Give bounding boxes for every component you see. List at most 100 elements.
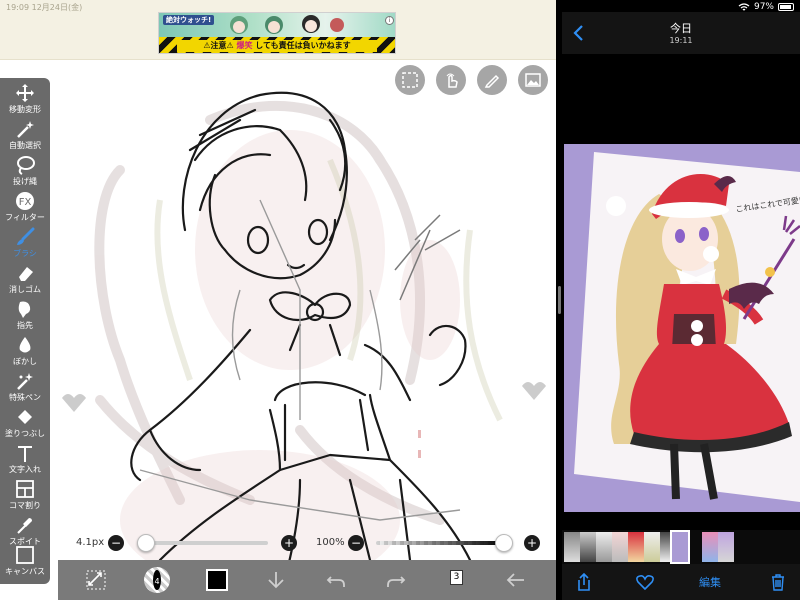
tool-label: 移動変形: [9, 105, 41, 114]
opacity-label: 100%: [316, 537, 345, 548]
eraser-icon: [14, 262, 36, 284]
opacity-slider-fill: [376, 541, 504, 545]
layer-count: 3: [450, 570, 463, 585]
undo-icon[interactable]: [324, 568, 348, 592]
brush-tip-icon: 4: [153, 570, 161, 590]
ad-warning-highlight: 爆笑: [236, 41, 253, 50]
status-bar-right: 97%: [738, 2, 794, 12]
thumbnail[interactable]: [596, 532, 612, 562]
frame-icon: [14, 478, 36, 500]
tool-palette: 移動変形 自動選択 投げ縄 FX フィルター ブラシ 消しゴム 指先 ぼかし 特…: [0, 78, 50, 584]
size-slider-track[interactable]: [138, 541, 268, 545]
thumbnail-strip[interactable]: [562, 530, 800, 564]
image-icon[interactable]: [518, 65, 548, 95]
tool-eraser[interactable]: 消しゴム: [0, 262, 50, 302]
fx-icon: FX: [14, 190, 36, 212]
transform-icon[interactable]: [84, 568, 108, 592]
ad-area: 19:09 12月24日(金) 絶対ウォッチ! i ⚠注意⚠ 爆笑 しても責任は…: [0, 0, 556, 60]
bottom-toolbar: 4 3: [58, 560, 556, 600]
brush-size-label: 4.1px: [76, 537, 105, 548]
tool-text[interactable]: 文字入れ: [0, 442, 50, 482]
opacity-minus-button[interactable]: −: [348, 535, 364, 551]
trash-icon[interactable]: [768, 572, 788, 592]
opacity-slider-knob[interactable]: [495, 534, 513, 552]
tool-label: 文字入れ: [9, 465, 41, 474]
opacity-plus-button[interactable]: +: [524, 535, 540, 551]
heart-icon[interactable]: [634, 572, 656, 592]
ad-warning-strip: ⚠注意⚠ 爆笑 しても責任は負いかねます: [159, 37, 395, 53]
layers-button[interactable]: 3: [448, 570, 464, 588]
eyedropper-icon: [14, 514, 36, 536]
canvas-icon: [14, 544, 36, 566]
svg-text:FX: FX: [19, 197, 32, 208]
header-subtitle: 19:11: [669, 36, 693, 45]
tool-special-pen[interactable]: 特殊ペン: [0, 370, 50, 410]
tool-canvas[interactable]: キャンバス: [0, 544, 50, 584]
selection-icon[interactable]: [395, 65, 425, 95]
thumbnail[interactable]: [628, 532, 644, 562]
info-icon[interactable]: i: [385, 16, 394, 25]
move-icon: [14, 82, 36, 104]
tool-blur[interactable]: ぼかし: [0, 334, 50, 374]
blur-icon: [14, 334, 36, 356]
drawing-app: 19:09 12月24日(金) 絶対ウォッチ! i ⚠注意⚠ 爆笑 しても責任は…: [0, 0, 556, 600]
tool-label: コマ割り: [9, 501, 41, 510]
thumbnail[interactable]: [612, 532, 628, 562]
size-minus-button[interactable]: −: [108, 535, 124, 551]
thumbnail[interactable]: [718, 532, 734, 562]
text-icon: [14, 442, 36, 464]
canvas-artwork: [62, 91, 546, 600]
tool-label: 指先: [17, 321, 33, 330]
tool-auto-select[interactable]: 自動選択: [0, 118, 50, 158]
tool-label: 塗りつぶし: [4, 429, 46, 438]
drawing-canvas[interactable]: [0, 60, 556, 600]
redo-icon[interactable]: [384, 568, 408, 592]
color-swatch[interactable]: [206, 569, 228, 591]
battery-percent: 97%: [753, 2, 774, 12]
back-arrow-icon[interactable]: [504, 568, 528, 592]
photo-image: これはこれで可愛い: [564, 144, 800, 512]
size-slider-knob[interactable]: [136, 534, 155, 552]
ad-logo: 絶対ウォッチ!: [163, 15, 215, 25]
brush-preset-button[interactable]: 4: [144, 567, 170, 593]
fill-icon: [14, 406, 36, 428]
special-pen-icon: [14, 370, 36, 392]
tool-finger[interactable]: 指先: [0, 298, 50, 338]
battery-icon: [778, 3, 794, 11]
thumbnail[interactable]: [702, 532, 718, 562]
brush-icon: [14, 226, 36, 248]
thumbnail[interactable]: [644, 532, 660, 562]
pen-lock-icon[interactable]: [477, 65, 507, 95]
lasso-icon: [14, 154, 36, 176]
edit-button[interactable]: 編集: [690, 572, 730, 592]
tool-lasso[interactable]: 投げ縄: [0, 154, 50, 194]
split-divider-handle[interactable]: [558, 286, 561, 314]
tool-filter[interactable]: FX フィルター: [0, 190, 50, 230]
tool-label: ブラシ: [13, 249, 37, 258]
thumbnail[interactable]: [564, 532, 580, 562]
thumbnail[interactable]: [580, 532, 596, 562]
photos-app: 97% 今日 19:11 これはこれで可愛い 編集: [562, 0, 800, 600]
photo-viewer[interactable]: これはこれで可愛い: [562, 54, 800, 530]
tool-brush[interactable]: ブラシ: [0, 226, 50, 266]
ad-characters: [230, 15, 344, 34]
ad-warning-text: ⚠注意⚠ 爆笑 しても責任は負いかねます: [177, 40, 377, 52]
tool-fill[interactable]: 塗りつぶし: [0, 406, 50, 446]
wifi-icon: [738, 2, 750, 10]
ad-warning-prefix: ⚠注意⚠: [203, 41, 234, 50]
tool-label: 投げ縄: [13, 177, 37, 186]
tool-move[interactable]: 移動変形: [0, 82, 50, 122]
ad-banner[interactable]: 絶対ウォッチ! i ⚠注意⚠ 爆笑 しても責任は負いかねます: [158, 12, 396, 54]
tool-label: 自動選択: [9, 141, 41, 150]
magic-wand-icon: [14, 118, 36, 140]
tool-frame[interactable]: コマ割り: [0, 478, 50, 518]
photo-header: 今日 19:11: [562, 12, 800, 54]
download-arrow-icon[interactable]: [264, 568, 288, 592]
finger-icon: [14, 298, 36, 320]
size-plus-button[interactable]: +: [281, 535, 297, 551]
share-icon[interactable]: [574, 572, 594, 592]
tool-label: 特殊ペン: [9, 393, 41, 402]
thumbnail-selected[interactable]: [670, 530, 690, 564]
tool-label: フィルター: [5, 213, 45, 222]
touch-icon[interactable]: [436, 65, 466, 95]
